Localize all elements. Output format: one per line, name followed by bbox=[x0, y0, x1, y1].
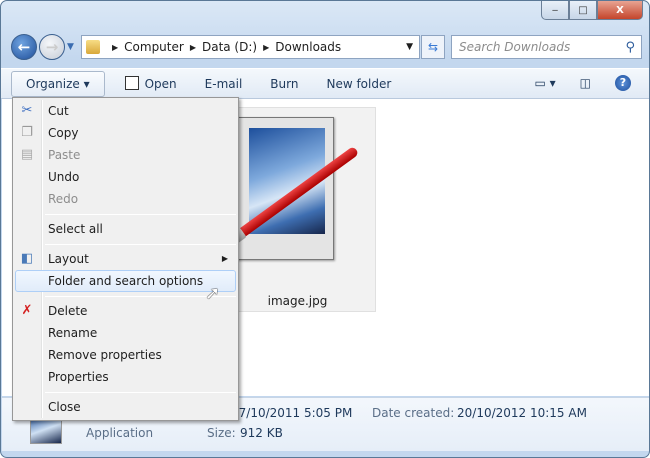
search-icon[interactable]: ⚲ bbox=[625, 40, 635, 55]
burn-button[interactable]: Burn bbox=[256, 72, 312, 96]
menu-item-rename[interactable]: Rename bbox=[15, 322, 236, 344]
back-button[interactable]: ← bbox=[11, 34, 37, 60]
menu-item-paste[interactable]: ▤ Paste bbox=[15, 144, 236, 166]
menu-label: Remove properties bbox=[48, 348, 162, 362]
menu-label: Close bbox=[48, 400, 81, 414]
menu-separator bbox=[45, 244, 236, 245]
command-bar: Organize ▾ Open E-mail Burn New folder ▭… bbox=[1, 68, 649, 99]
organize-menu: ✂ Cut ❐ Copy ▤ Paste Undo Redo Select all ◧… bbox=[12, 97, 239, 421]
window-controls: ‒ □ X bbox=[541, 1, 643, 20]
address-dropdown-icon[interactable]: ▼ bbox=[406, 42, 413, 52]
menu-label: Delete bbox=[48, 304, 88, 318]
menu-label: Layout bbox=[48, 252, 89, 266]
chevron-right-icon: ▶ bbox=[112, 42, 119, 52]
file-item[interactable]: image.jpg bbox=[219, 107, 376, 312]
breadcrumb-data-d[interactable]: Data (D:) bbox=[202, 40, 257, 54]
menu-item-copy[interactable]: ❐ Copy bbox=[15, 122, 236, 144]
delete-x-icon: ✗ bbox=[21, 303, 33, 318]
menu-item-delete[interactable]: ✗ Delete bbox=[15, 300, 236, 322]
menu-item-close[interactable]: Close bbox=[15, 396, 236, 418]
menu-item-cut[interactable]: ✂ Cut bbox=[15, 100, 236, 122]
date-created-label: Date created: bbox=[372, 406, 455, 420]
forward-button[interactable]: → bbox=[39, 34, 65, 60]
help-icon[interactable]: ? bbox=[615, 75, 631, 91]
menu-item-redo[interactable]: Redo bbox=[15, 188, 236, 210]
chevron-right-icon: ▶ bbox=[189, 42, 196, 52]
search-placeholder: Search Downloads bbox=[459, 40, 571, 54]
menu-label: Copy bbox=[48, 126, 79, 140]
menu-item-select-all[interactable]: Select all bbox=[15, 218, 236, 240]
recent-pages-dropdown[interactable]: ▼ bbox=[67, 42, 74, 52]
address-bar[interactable]: ▶ Computer ▶ Data (D:) ▶ Downloads ▼ bbox=[81, 35, 420, 59]
menu-item-properties[interactable]: Properties bbox=[15, 366, 236, 388]
menu-item-layout[interactable]: ◧ Layout ▶ bbox=[15, 248, 236, 270]
breadcrumb-computer[interactable]: Computer bbox=[124, 40, 184, 54]
menu-separator bbox=[45, 392, 236, 393]
menu-label: Undo bbox=[48, 170, 80, 184]
menu-label: Rename bbox=[48, 326, 98, 340]
organize-button[interactable]: Organize ▾ bbox=[11, 70, 105, 97]
email-button[interactable]: E-mail bbox=[191, 72, 257, 96]
folder-icon bbox=[86, 40, 100, 54]
submenu-arrow-icon: ▶ bbox=[221, 254, 228, 263]
menu-separator bbox=[45, 214, 236, 215]
mouse-cursor-icon: ➚ bbox=[205, 283, 221, 304]
menu-item-folder-options[interactable]: Folder and search options bbox=[15, 270, 236, 292]
layout-icon: ◧ bbox=[20, 251, 34, 266]
close-button[interactable]: X bbox=[597, 1, 643, 20]
file-name: image.jpg bbox=[267, 294, 328, 308]
size-value: 912 KB bbox=[240, 426, 283, 440]
explorer-window: ‒ □ X ← → ▼ ▶ Computer ▶ Data (D:) ▶ Downlo… bbox=[0, 0, 650, 458]
search-input[interactable]: Search Downloads ⚲ bbox=[451, 35, 642, 59]
open-button[interactable]: Open bbox=[111, 71, 191, 96]
menu-label: Redo bbox=[48, 192, 79, 206]
clipboard-icon: ▤ bbox=[20, 147, 34, 162]
menu-label: Paste bbox=[48, 148, 81, 162]
preview-pane-button[interactable]: ◫ bbox=[580, 76, 591, 90]
refresh-button[interactable]: ⇆ bbox=[421, 35, 445, 59]
breadcrumb-downloads[interactable]: Downloads bbox=[275, 40, 341, 54]
copy-icon: ❐ bbox=[21, 125, 33, 140]
chevron-right-icon: ▶ bbox=[263, 42, 270, 52]
maximize-button[interactable]: □ bbox=[569, 1, 597, 20]
file-type: Application bbox=[86, 426, 154, 440]
new-folder-button[interactable]: New folder bbox=[312, 72, 405, 96]
navigation-buttons: ← → ▼ bbox=[11, 34, 74, 60]
date-modified-value: 07/10/2011 5:05 PM bbox=[231, 406, 353, 420]
menu-label: Select all bbox=[48, 222, 103, 236]
menu-label: Folder and search options bbox=[48, 274, 204, 288]
menu-label: Cut bbox=[48, 104, 69, 118]
change-view-button[interactable]: ▭ ▾ bbox=[534, 76, 555, 90]
minimize-button[interactable]: ‒ bbox=[541, 1, 569, 20]
menu-label: Properties bbox=[48, 370, 109, 384]
scissors-icon: ✂ bbox=[21, 103, 33, 118]
size-label: Size: bbox=[207, 426, 236, 440]
date-created-value: 20/10/2012 10:15 AM bbox=[457, 406, 587, 420]
menu-item-undo[interactable]: Undo bbox=[15, 166, 236, 188]
menu-item-remove-properties[interactable]: Remove properties bbox=[15, 344, 236, 366]
file-thumbnail bbox=[234, 117, 334, 260]
